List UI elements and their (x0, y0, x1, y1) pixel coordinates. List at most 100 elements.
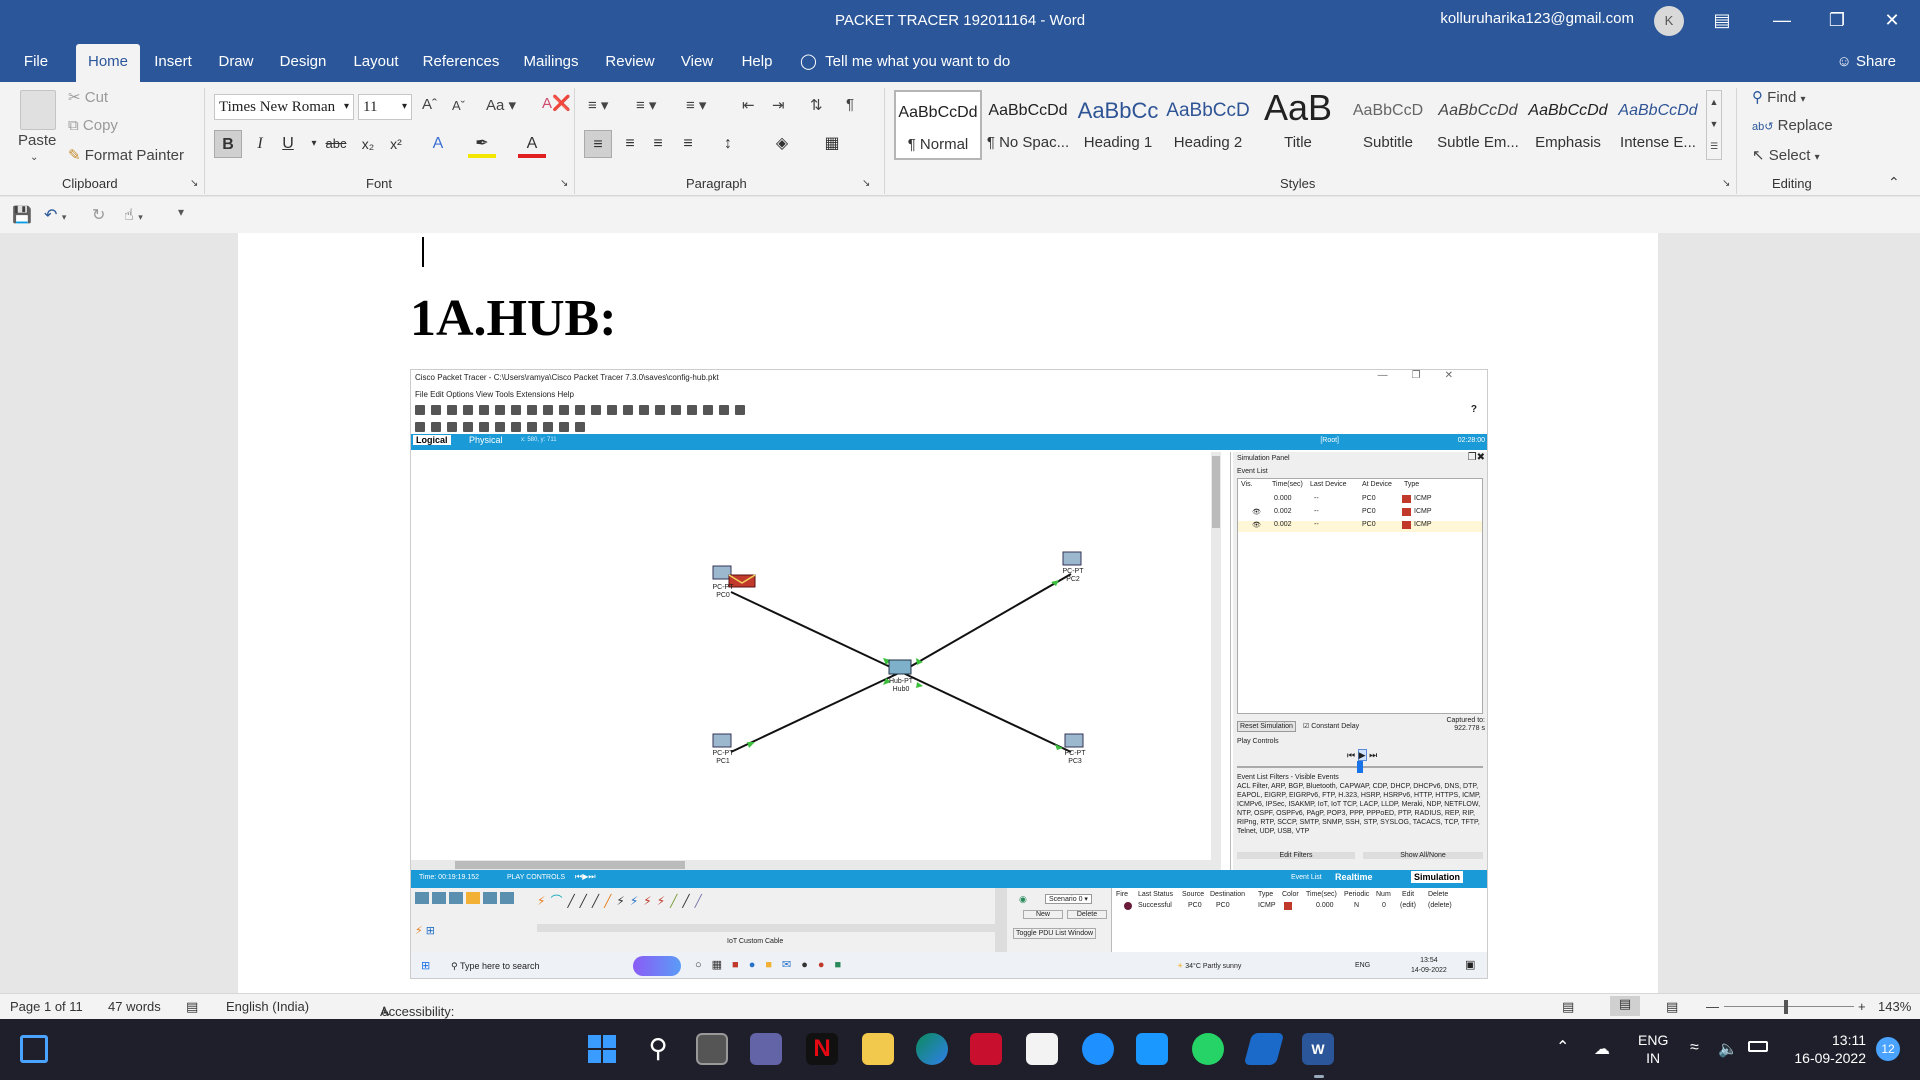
multilevel-list-icon[interactable]: ≡ ▾ (686, 96, 706, 114)
support-icon[interactable] (1082, 1033, 1114, 1065)
style-heading-1[interactable]: AaBbCc Heading 1 (1074, 90, 1162, 160)
decrease-indent-icon[interactable]: ⇤ (742, 96, 755, 114)
tab-mailings[interactable]: Mailings (516, 44, 586, 82)
font-size-combo[interactable]: 11 ▾ (358, 94, 412, 120)
widgets-icon[interactable] (20, 1035, 48, 1063)
chevron-down-icon[interactable]: ⌄ (30, 152, 38, 163)
packet-tracer-icon[interactable] (1243, 1033, 1285, 1065)
clock[interactable]: 13:11 16-09-2022 (1782, 1031, 1866, 1067)
account-email[interactable]: kolluruharika123@gmail.com (1440, 10, 1634, 27)
save-icon[interactable]: 💾 (12, 205, 32, 225)
zoom-level[interactable]: 143% (1878, 999, 1911, 1014)
grow-font-icon[interactable]: Aˆ (422, 96, 437, 113)
replace-button[interactable]: ab↺ Replace (1752, 117, 1833, 134)
tab-review[interactable]: Review (600, 44, 660, 82)
store-icon[interactable] (1026, 1033, 1058, 1065)
packet-tracer-screenshot[interactable]: Cisco Packet Tracer - C:\Users\ramya\Cis… (410, 369, 1488, 979)
tell-me-search[interactable]: ◯ Tell me what you want to do (800, 44, 1010, 80)
language[interactable]: English (India) (226, 999, 309, 1014)
zoom-out-icon[interactable]: — (1706, 999, 1719, 1014)
whatsapp-icon[interactable] (1192, 1033, 1224, 1065)
word-count[interactable]: 47 words (108, 999, 161, 1014)
notification-badge[interactable]: 12 (1876, 1037, 1900, 1061)
find-button[interactable]: ⚲ Find ▾ (1752, 88, 1806, 106)
style-title[interactable]: AaB Title (1254, 90, 1342, 160)
clipboard-paste-icon[interactable] (20, 90, 56, 130)
zoom-slider-thumb[interactable] (1784, 1000, 1788, 1014)
print-layout-icon[interactable]: ▤ (1610, 996, 1640, 1016)
netflix-icon[interactable]: N (806, 1033, 838, 1065)
dialog-launcher-icon[interactable]: ↘ (862, 178, 870, 189)
prime-video-icon[interactable] (1136, 1033, 1168, 1065)
tab-insert[interactable]: Insert (148, 44, 198, 82)
document-heading[interactable]: 1A.HUB: (410, 289, 617, 348)
dialog-launcher-icon[interactable]: ↘ (190, 178, 198, 189)
pilcrow-icon[interactable]: ¶ (846, 96, 854, 113)
dialog-launcher-icon[interactable]: ↘ (1722, 178, 1730, 189)
zoom-in-icon[interactable]: + (1858, 999, 1866, 1014)
close-button[interactable]: ✕ (1864, 0, 1920, 44)
battery-icon[interactable] (1748, 1041, 1768, 1052)
copy-button[interactable]: ⧉ Copy (68, 117, 118, 134)
font-color-icon[interactable]: A (518, 130, 546, 158)
style-heading-2[interactable]: AaBbCcD Heading 2 (1164, 90, 1252, 160)
borders-icon[interactable]: ▦ (818, 130, 846, 158)
format-painter-button[interactable]: ✎ Format Painter (68, 146, 184, 164)
styles-scroll-icon[interactable]: ▲ ▼ ☰ (1706, 90, 1722, 160)
line-spacing-icon[interactable]: ↕ (714, 130, 742, 158)
touch-mode-icon[interactable]: ☝ ▾ (124, 205, 143, 225)
tab-references[interactable]: References (420, 44, 502, 82)
text-effects-icon[interactable]: A (424, 130, 452, 158)
align-left-icon[interactable]: ≡ (584, 130, 612, 158)
strikethrough-button[interactable]: abc (322, 130, 350, 158)
undo-icon[interactable]: ↶ ▾ (44, 205, 66, 225)
file-explorer-icon[interactable] (862, 1033, 894, 1065)
collapse-ribbon-icon[interactable]: ⌃ (1888, 174, 1900, 191)
style-subtle-emphasis[interactable]: AaBbCcDd Subtle Em... (1434, 90, 1522, 160)
highlight-icon[interactable]: ✒ (468, 130, 496, 158)
language-indicator[interactable]: ENG IN (1638, 1031, 1668, 1067)
avatar[interactable]: K (1654, 6, 1684, 36)
shrink-font-icon[interactable]: Aˇ (452, 98, 465, 113)
web-layout-icon[interactable]: ▤ (1666, 999, 1678, 1015)
proofing-icon[interactable]: ▤ (186, 999, 198, 1015)
clear-formatting-icon[interactable]: A❌ (542, 94, 571, 112)
edge-icon[interactable] (916, 1033, 948, 1065)
read-mode-icon[interactable]: ▤ (1562, 999, 1574, 1015)
word-icon[interactable]: W (1302, 1033, 1334, 1065)
task-view-icon[interactable] (696, 1033, 728, 1065)
mcafee-icon[interactable] (970, 1033, 1002, 1065)
style-normal[interactable]: AaBbCcDd ¶ Normal (894, 90, 982, 160)
select-button[interactable]: ↖ Select ▾ (1752, 146, 1820, 164)
sort-icon[interactable]: ⇅ (810, 96, 823, 114)
dialog-launcher-icon[interactable]: ↘ (560, 178, 568, 189)
tab-draw[interactable]: Draw (212, 44, 260, 82)
teams-chat-icon[interactable] (750, 1033, 782, 1065)
bold-button[interactable]: B (214, 130, 242, 158)
subscript-button[interactable]: x₂ (354, 130, 382, 158)
align-right-icon[interactable]: ≡ (644, 130, 672, 158)
ribbon-display-options-icon[interactable]: ▤ (1694, 0, 1750, 44)
search-icon[interactable]: ⚲ (642, 1033, 674, 1065)
style-emphasis[interactable]: AaBbCcDd Emphasis (1524, 90, 1612, 160)
document-page[interactable]: 1A.HUB: Cisco Packet Tracer - C:\Users\r… (238, 233, 1658, 993)
share-button[interactable]: ☺ Share (1836, 44, 1896, 80)
tab-file[interactable]: File (8, 44, 64, 82)
italic-button[interactable]: I (246, 130, 274, 158)
numbering-icon[interactable]: ≡ ▾ (636, 96, 656, 114)
superscript-button[interactable]: x² (382, 130, 410, 158)
customize-qat-icon[interactable]: ▾ (178, 205, 184, 219)
tab-design[interactable]: Design (274, 44, 332, 82)
tab-layout[interactable]: Layout (346, 44, 406, 82)
wifi-icon[interactable]: ≈ (1690, 1039, 1699, 1057)
justify-icon[interactable]: ≡ (674, 130, 702, 158)
style-intense-emphasis[interactable]: AaBbCcDd Intense E... (1614, 90, 1702, 160)
chevron-up-icon[interactable]: ⌃ (1556, 1037, 1569, 1057)
increase-indent-icon[interactable]: ⇥ (772, 96, 785, 114)
tab-view[interactable]: View (672, 44, 722, 82)
bullets-icon[interactable]: ≡ ▾ (588, 96, 608, 114)
change-case-icon[interactable]: Aa ▾ (486, 96, 516, 114)
redo-icon[interactable]: ↻ (92, 205, 105, 225)
onedrive-icon[interactable]: ☁ (1594, 1039, 1610, 1059)
shading-icon[interactable]: ◈ (768, 130, 796, 158)
